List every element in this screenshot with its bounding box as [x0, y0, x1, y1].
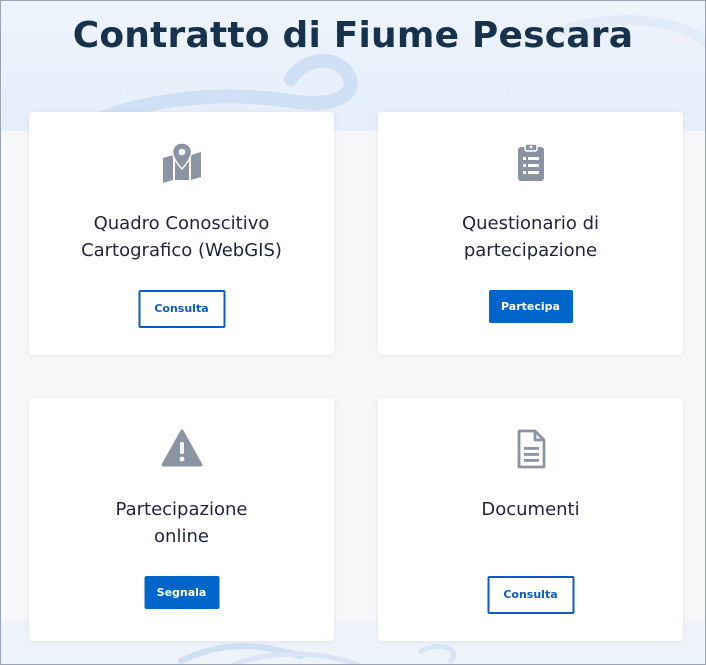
warning-icon [161, 428, 203, 470]
card-webgis: Quadro Conoscitivo Cartografico (WebGIS)… [29, 112, 334, 355]
consulta-webgis-button[interactable]: Consulta [138, 290, 225, 328]
page-frame: Contratto di Fiume Pescara Quadro Conosc… [0, 0, 706, 665]
consulta-documenti-button[interactable]: Consulta [487, 576, 574, 614]
card-title-line: Documenti [481, 499, 580, 520]
card-title: Questionario di partecipazione [378, 210, 683, 264]
card-title-line: Cartografico (WebGIS) [81, 240, 282, 261]
page-title: Contratto di Fiume Pescara [72, 15, 634, 56]
card-title: Documenti [378, 496, 683, 523]
card-questionario: Questionario di partecipazione Partecipa [378, 112, 683, 355]
card-title-line: Partecipazione [115, 499, 248, 520]
card-title-line: partecipazione [463, 240, 598, 261]
segnala-button[interactable]: Segnala [144, 576, 219, 609]
map-marker-icon [161, 142, 203, 184]
card-title-line: Questionario di [461, 213, 600, 234]
clipboard-list-icon [510, 142, 552, 184]
document-icon [510, 428, 552, 470]
card-title: Partecipazione online [29, 496, 334, 550]
card-partecipazione-online: Partecipazione online Segnala [29, 398, 334, 641]
card-title: Quadro Conoscitivo Cartografico (WebGIS) [29, 210, 334, 264]
card-title-line: Quadro Conoscitivo [93, 213, 270, 234]
partecipa-button[interactable]: Partecipa [488, 290, 573, 323]
card-title-line: online [154, 526, 209, 547]
card-documenti: Documenti Consulta [378, 398, 683, 641]
